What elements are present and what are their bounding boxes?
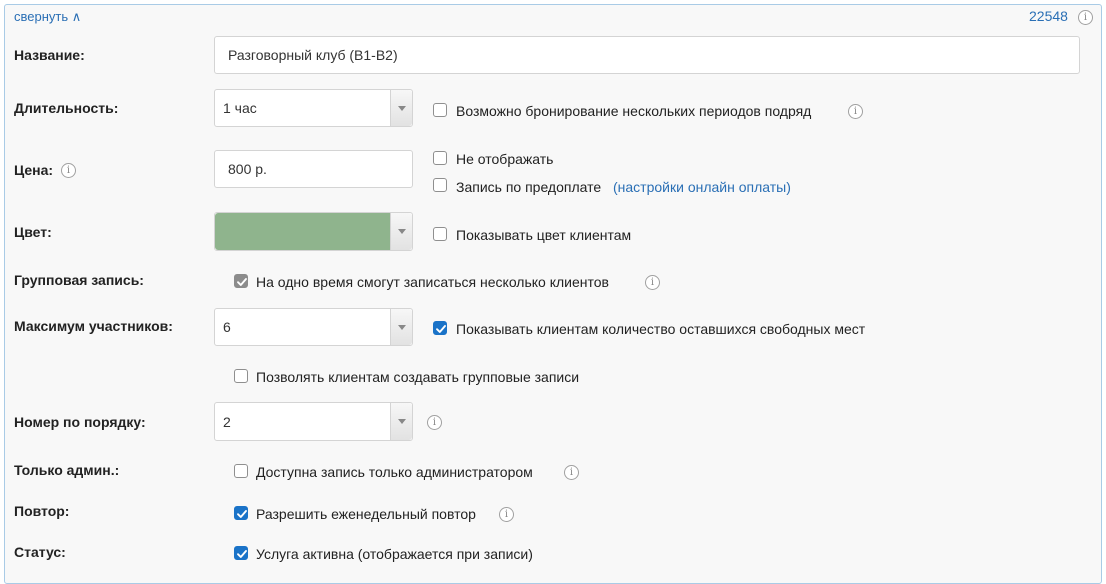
admin-only-option-label: Доступна запись только администратором bbox=[256, 464, 533, 480]
multi-clients-label: На одно время смогут записаться нескольк… bbox=[256, 274, 609, 290]
info-icon[interactable]: i bbox=[499, 507, 514, 522]
duration-value: 1 час bbox=[223, 100, 257, 116]
show-free-seats-label: Показывать клиентам количество оставшихс… bbox=[456, 321, 866, 337]
weekly-repeat-checkbox[interactable] bbox=[234, 506, 248, 520]
name-label: Название: bbox=[14, 47, 85, 63]
duration-label: Длительность: bbox=[14, 100, 119, 116]
show-color-checkbox[interactable] bbox=[433, 227, 447, 241]
hide-price-checkbox[interactable] bbox=[433, 151, 447, 165]
check-icon bbox=[237, 550, 247, 558]
order-select[interactable]: 2 bbox=[214, 402, 413, 441]
order-value: 2 bbox=[223, 413, 231, 430]
admin-only-label: Только админ.: bbox=[14, 462, 120, 478]
show-color-label: Показывать цвет клиентам bbox=[456, 227, 632, 243]
multi-clients-checkbox[interactable] bbox=[234, 274, 248, 288]
color-select[interactable] bbox=[214, 212, 413, 251]
group-label: Групповая запись: bbox=[14, 272, 144, 288]
duration-select[interactable]: 1 час bbox=[214, 89, 413, 127]
info-icon[interactable]: i bbox=[1078, 10, 1093, 25]
admin-only-checkbox[interactable] bbox=[234, 464, 248, 478]
check-icon bbox=[237, 510, 247, 518]
price-value: 800 р. bbox=[228, 161, 267, 177]
multi-period-checkbox[interactable] bbox=[433, 103, 447, 117]
info-icon[interactable]: i bbox=[564, 465, 579, 480]
hide-price-label: Не отображать bbox=[456, 151, 554, 167]
service-active-checkbox[interactable] bbox=[234, 546, 248, 560]
service-edit-panel bbox=[4, 4, 1102, 584]
status-label: Статус: bbox=[14, 544, 66, 560]
show-free-seats-checkbox[interactable] bbox=[433, 321, 447, 335]
info-icon[interactable]: i bbox=[61, 163, 76, 178]
multi-period-label: Возможно бронирование нескольких периодо… bbox=[456, 103, 812, 119]
allow-group-label: Позволять клиентам создавать групповые з… bbox=[256, 369, 580, 385]
name-value: Разговорный клуб (B1-B2) bbox=[228, 47, 398, 63]
service-id: 22548 bbox=[1029, 8, 1068, 24]
repeat-label: Повтор: bbox=[14, 503, 70, 519]
max-participants-select[interactable]: 6 bbox=[214, 308, 413, 346]
allow-group-checkbox[interactable] bbox=[234, 369, 248, 383]
payment-settings-link[interactable]: (настройки онлайн оплаты) bbox=[613, 179, 791, 195]
check-icon bbox=[436, 325, 446, 333]
check-icon bbox=[237, 278, 247, 286]
price-label: Цена: bbox=[14, 162, 54, 178]
chevron-down-icon[interactable] bbox=[390, 213, 412, 250]
price-input[interactable]: 800 р. bbox=[214, 150, 413, 188]
order-label: Номер по порядку: bbox=[14, 414, 146, 430]
info-icon[interactable]: i bbox=[645, 275, 660, 290]
chevron-down-icon[interactable] bbox=[390, 90, 412, 126]
info-icon[interactable]: i bbox=[848, 104, 863, 119]
color-swatch bbox=[215, 213, 390, 250]
info-icon[interactable]: i bbox=[427, 415, 442, 430]
name-input[interactable]: Разговорный клуб (B1-B2) bbox=[214, 36, 1080, 74]
service-active-label: Услуга активна (отображается при записи) bbox=[256, 546, 533, 562]
collapse-link[interactable]: свернуть ∧ bbox=[14, 9, 81, 25]
chevron-down-icon[interactable] bbox=[390, 309, 412, 345]
weekly-repeat-label: Разрешить еженедельный повтор bbox=[256, 506, 476, 522]
prepay-checkbox[interactable] bbox=[433, 178, 447, 192]
prepay-label: Запись по предоплате bbox=[456, 179, 602, 195]
color-label: Цвет: bbox=[14, 224, 52, 240]
max-participants-label: Максимум участников: bbox=[14, 318, 173, 334]
max-participants-value: 6 bbox=[223, 319, 231, 335]
chevron-down-icon[interactable] bbox=[390, 403, 412, 440]
